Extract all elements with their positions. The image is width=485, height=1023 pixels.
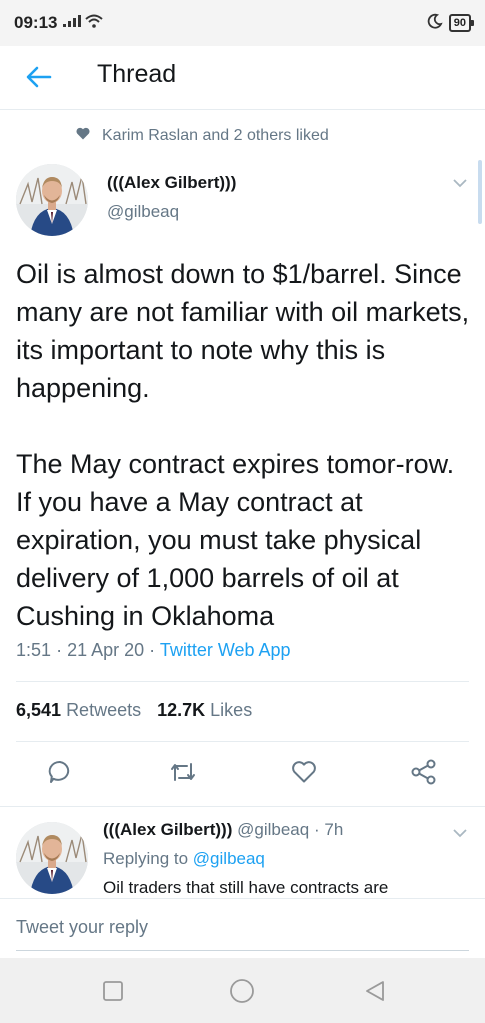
- reply-composer: Tweet your reply: [0, 898, 485, 958]
- replying-prefix: Replying to: [103, 849, 189, 868]
- author-avatar[interactable]: [16, 164, 88, 236]
- tweet-date: 21 Apr 20: [67, 640, 145, 660]
- like-button[interactable]: [289, 757, 319, 787]
- status-time: 09:13: [14, 13, 58, 32]
- share-button[interactable]: [409, 757, 439, 787]
- retweets-label: Retweets: [66, 700, 142, 720]
- tweet-time: 1:51: [16, 640, 52, 660]
- tweet-menu-button[interactable]: [452, 175, 468, 193]
- retweet-icon: [171, 763, 195, 781]
- author-handle[interactable]: @gilbeaq: [107, 202, 179, 222]
- reply-author-name: (((Alex Gilbert))): [103, 820, 233, 839]
- reply-author-avatar[interactable]: [16, 822, 88, 894]
- replying-to: Replying to @gilbeaq: [103, 849, 265, 869]
- share-icon: [411, 759, 436, 785]
- tweet-meta: 1:51 · 21 Apr 20 · Twitter Web App: [16, 640, 291, 660]
- avatar-photo: [16, 822, 88, 894]
- reply-header[interactable]: (((Alex Gilbert))) @gilbeaq · 7h: [103, 820, 343, 840]
- reply-menu-button[interactable]: [452, 825, 468, 843]
- wifi-icon: [85, 14, 104, 33]
- social-context-text: Karim Raslan and 2 others liked: [102, 127, 329, 144]
- chevron-down-icon: [453, 829, 467, 838]
- social-context[interactable]: Karim Raslan and 2 others liked: [76, 127, 329, 145]
- back-nav-button[interactable]: [361, 978, 389, 1004]
- signal-icon: [63, 14, 82, 32]
- replying-to-link[interactable]: @gilbeaq: [193, 849, 265, 868]
- reply-input[interactable]: Tweet your reply: [16, 917, 148, 938]
- divider: [16, 681, 469, 682]
- comment-icon: [48, 760, 70, 783]
- arrow-left-icon: [26, 66, 52, 88]
- back-button[interactable]: [24, 62, 54, 92]
- heart-outline-icon: [292, 761, 316, 783]
- tweet-source-link[interactable]: Twitter Web App: [160, 640, 291, 660]
- divider: [16, 741, 469, 742]
- page-title: Thread: [97, 60, 177, 88]
- input-underline: [16, 950, 469, 951]
- retweet-button[interactable]: [168, 757, 198, 787]
- likes-count: 12.7K: [157, 700, 206, 720]
- retweets-stat[interactable]: 6,541 Retweets: [16, 700, 141, 721]
- reply-button[interactable]: [45, 757, 75, 787]
- header: Thread: [0, 46, 485, 110]
- battery-indicator: 90: [448, 14, 475, 32]
- reply-text: Oil traders that still have contracts ar…: [103, 878, 389, 897]
- author-name[interactable]: (((Alex Gilbert))): [107, 173, 236, 193]
- triangle-back-icon: [366, 981, 384, 1001]
- system-nav-bar: [0, 958, 485, 1023]
- status-bar: 09:13 90: [0, 0, 485, 46]
- chevron-down-icon: [453, 179, 467, 188]
- likes-label: Likes: [210, 700, 253, 720]
- reply-age: 7h: [324, 820, 344, 839]
- tweet-stats: 6,541 Retweets 12.7K Likes: [16, 700, 252, 721]
- moon-icon: [427, 13, 443, 34]
- recent-apps-button[interactable]: [99, 978, 127, 1004]
- section-divider: [0, 806, 485, 807]
- reply-author-handle: @gilbeaq: [237, 820, 310, 839]
- tweet-text: Oil is almost down to $1/barrel. Since m…: [16, 259, 470, 631]
- heart-icon: [76, 127, 90, 145]
- retweets-count: 6,541: [16, 700, 62, 720]
- likes-stat[interactable]: 12.7K Likes: [157, 700, 252, 721]
- avatar-photo: [16, 164, 88, 236]
- circle-icon: [230, 979, 254, 1003]
- square-icon: [103, 981, 123, 1001]
- home-button[interactable]: [228, 978, 256, 1004]
- scrollbar[interactable]: [478, 160, 482, 224]
